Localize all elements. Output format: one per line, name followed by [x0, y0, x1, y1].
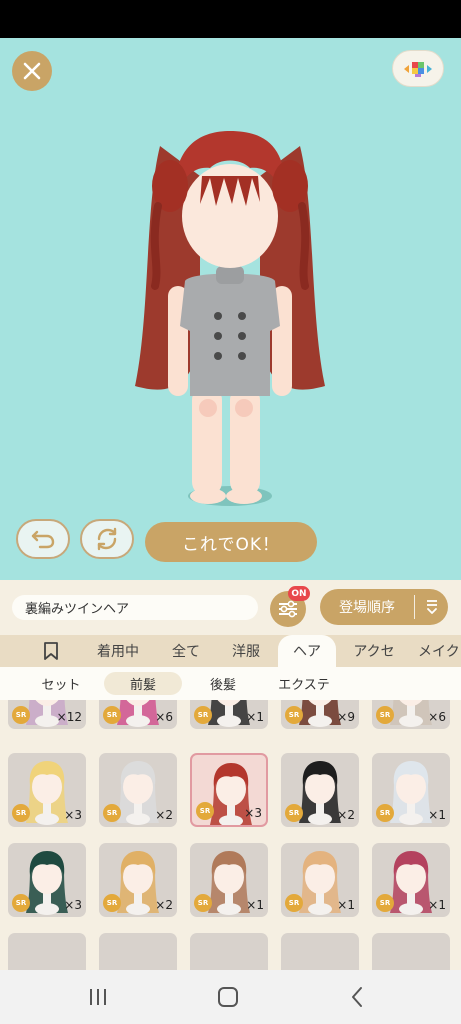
color-palette-icon: [404, 61, 432, 77]
rarity-badge: SR: [285, 894, 303, 912]
rarity-badge: SR: [376, 804, 394, 822]
tab-hair[interactable]: ヘア: [278, 635, 336, 667]
sort-divider: [414, 595, 415, 619]
item-quantity: ×12: [56, 710, 82, 724]
hair-item-card-partial[interactable]: [281, 933, 359, 970]
hair-item-card[interactable]: SR ×2: [99, 843, 177, 917]
item-quantity: ×6: [155, 710, 173, 724]
hair-item-card[interactable]: SR ×1: [190, 843, 268, 917]
rarity-badge: SR: [194, 706, 212, 724]
hair-item-card[interactable]: SR ×2: [281, 753, 359, 827]
hair-item-card[interactable]: SR ×6: [372, 700, 450, 729]
hair-subtabs: セット 前髪 後髪 エクステ: [0, 667, 461, 700]
item-quantity: ×6: [428, 710, 446, 724]
hair-item-card-partial[interactable]: [8, 933, 86, 970]
tab-makeup[interactable]: メイク: [418, 635, 461, 667]
subtab-set[interactable]: セット: [22, 672, 100, 695]
hair-item-card[interactable]: SR ×1: [190, 700, 268, 729]
bookmark-icon: [44, 642, 58, 660]
hair-item-card[interactable]: SR ×3: [8, 753, 86, 827]
item-panel: 裏編みツインヘア ON 登場順序 着用中 全て 洋服 ヘア アクセ メイク セッ…: [0, 580, 461, 970]
category-tabs: 着用中 全て 洋服 ヘア アクセ メイク: [0, 635, 461, 667]
background-switch-button[interactable]: [392, 50, 444, 87]
item-quantity: ×2: [155, 808, 173, 822]
rarity-badge: SR: [285, 804, 303, 822]
status-bar: [0, 0, 461, 38]
recent-apps-icon: [90, 989, 106, 1005]
confirm-ok-button[interactable]: これでOK！: [145, 522, 317, 562]
rarity-badge: SR: [285, 706, 303, 724]
tab-clothes[interactable]: 洋服: [220, 635, 272, 667]
item-quantity: ×9: [337, 710, 355, 724]
hair-item-card-partial[interactable]: [190, 933, 268, 970]
hair-item-card[interactable]: SR ×3: [8, 843, 86, 917]
hair-item-card[interactable]: SR ×1: [372, 843, 450, 917]
hair-item-card[interactable]: SR ×12: [8, 700, 86, 729]
rarity-badge: SR: [12, 894, 30, 912]
subtab-back-hair[interactable]: 後髪: [184, 672, 262, 695]
rarity-badge: SR: [196, 802, 214, 820]
hair-item-card[interactable]: SR ×6: [99, 700, 177, 729]
undo-button[interactable]: [16, 519, 70, 559]
rotate-button[interactable]: [80, 519, 134, 559]
subtab-extensions[interactable]: エクステ: [264, 672, 344, 695]
rarity-badge: SR: [376, 894, 394, 912]
tab-accessory[interactable]: アクセ: [342, 635, 406, 667]
sliders-icon: [279, 600, 297, 618]
item-quantity: ×1: [428, 898, 446, 912]
back-icon: [352, 987, 362, 1007]
hair-item-card[interactable]: SR ×1: [281, 843, 359, 917]
system-nav-bar: [0, 970, 461, 1024]
rarity-badge: SR: [12, 804, 30, 822]
item-quantity: ×3: [64, 898, 82, 912]
sort-direction-icon[interactable]: [415, 598, 448, 616]
item-grid: SR ×12 SR ×6 SR ×1 SR ×9 SR ×6 SR ×3 SR ×2 SR ×3 SR ×2 SR ×…: [0, 700, 461, 970]
rarity-badge: SR: [103, 804, 121, 822]
avatar-preview: [135, 131, 325, 506]
avatar-stage: これでOK！: [0, 38, 461, 580]
item-quantity: ×1: [246, 898, 264, 912]
filter-on-badge: ON: [288, 586, 310, 601]
hair-item-card[interactable]: SR ×2: [99, 753, 177, 827]
item-name-field: 裏編みツインヘア: [12, 595, 258, 620]
recent-apps-button[interactable]: [83, 982, 113, 1012]
home-icon: [218, 987, 238, 1007]
item-quantity: ×3: [244, 806, 262, 820]
rarity-badge: SR: [194, 894, 212, 912]
subtab-bangs[interactable]: 前髪: [104, 672, 182, 695]
sort-order-button[interactable]: 登場順序: [320, 589, 448, 625]
item-quantity: ×3: [64, 808, 82, 822]
item-quantity: ×2: [337, 808, 355, 822]
hair-item-card-partial[interactable]: [99, 933, 177, 970]
undo-icon: [31, 530, 55, 549]
back-button[interactable]: [342, 982, 372, 1012]
tab-all[interactable]: 全て: [160, 635, 212, 667]
rarity-badge: SR: [12, 706, 30, 724]
close-button[interactable]: [12, 51, 52, 91]
hair-item-card-partial[interactable]: [372, 933, 450, 970]
item-quantity: ×1: [337, 898, 355, 912]
close-icon: [23, 62, 41, 80]
item-quantity: ×2: [155, 898, 173, 912]
home-button[interactable]: [213, 982, 243, 1012]
tab-bookmark[interactable]: [30, 635, 72, 667]
item-quantity: ×1: [246, 710, 264, 724]
hair-item-card[interactable]: SR ×9: [281, 700, 359, 729]
sort-order-label: 登場順序: [339, 600, 395, 616]
rotate-icon: [97, 527, 117, 551]
hair-item-card[interactable]: SR ×1: [372, 753, 450, 827]
rarity-badge: SR: [103, 706, 121, 724]
tab-wearing[interactable]: 着用中: [86, 635, 150, 667]
rarity-badge: SR: [376, 706, 394, 724]
hair-item-card[interactable]: SR ×3: [190, 753, 268, 827]
item-quantity: ×1: [428, 808, 446, 822]
rarity-badge: SR: [103, 894, 121, 912]
